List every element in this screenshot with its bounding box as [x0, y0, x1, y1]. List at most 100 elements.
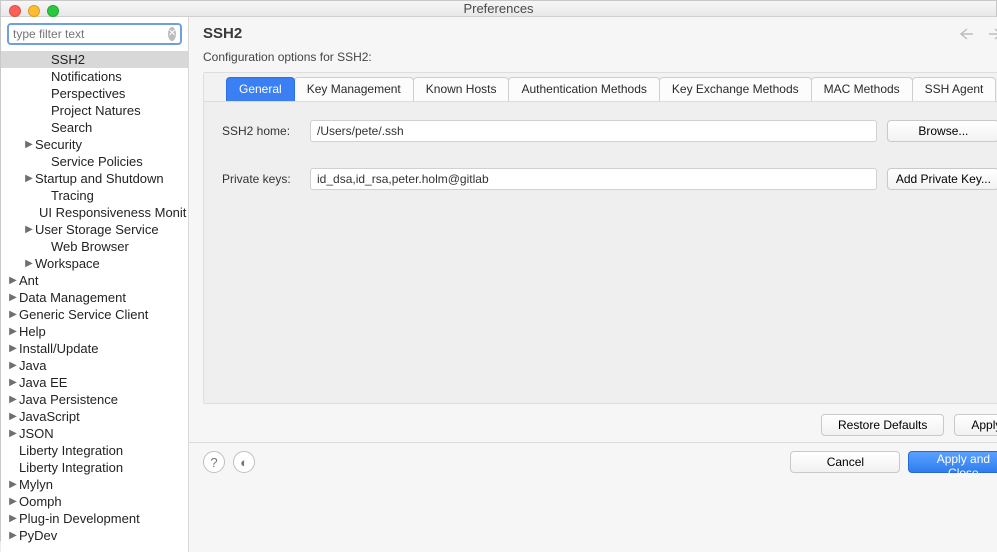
tree-item-liberty-integration[interactable]: Liberty Integration — [1, 442, 188, 459]
cancel-button[interactable]: Cancel — [790, 451, 900, 473]
tree-item-label: Java — [19, 358, 46, 373]
panel-buttons: Restore Defaults Apply — [189, 404, 997, 436]
main-header: SSH2 — [189, 17, 997, 48]
tree-item-workspace[interactable]: ▶Workspace — [1, 255, 188, 272]
zoom-window-icon[interactable] — [47, 5, 59, 17]
tree-item-json[interactable]: ▶JSON — [1, 425, 188, 442]
chevron-right-icon[interactable]: ▶ — [7, 358, 19, 373]
tree-item-plug-in-development[interactable]: ▶Plug-in Development — [1, 510, 188, 527]
add-private-key-button[interactable]: Add Private Key... — [887, 168, 997, 190]
chevron-right-icon[interactable]: ▶ — [23, 137, 35, 152]
minimize-window-icon[interactable] — [28, 5, 40, 17]
restore-defaults-button[interactable]: Restore Defaults — [821, 414, 944, 436]
chevron-right-icon[interactable]: ▶ — [23, 171, 35, 186]
page-title: SSH2 — [203, 25, 960, 42]
tree-item-startup-and-shutdown[interactable]: ▶Startup and Shutdown — [1, 170, 188, 187]
chevron-right-icon[interactable]: ▶ — [7, 392, 19, 407]
chevron-right-icon[interactable]: ▶ — [23, 222, 35, 237]
chevron-right-icon[interactable]: ▶ — [7, 375, 19, 390]
import-export-icon[interactable]: ◐ — [233, 451, 255, 473]
tree-item-ssh2[interactable]: SSH2 — [1, 51, 188, 68]
ssh2-home-input[interactable] — [310, 120, 877, 142]
tab-key-management[interactable]: Key Management — [294, 77, 414, 101]
close-window-icon[interactable] — [9, 5, 21, 17]
tree-item-user-storage-service[interactable]: ▶User Storage Service — [1, 221, 188, 238]
tree-item-mylyn[interactable]: ▶Mylyn — [1, 476, 188, 493]
tree-item-label: Data Management — [19, 290, 126, 305]
tab-ssh-agent[interactable]: SSH Agent — [912, 77, 997, 101]
chevron-right-icon[interactable]: ▶ — [7, 273, 19, 288]
tree-item-label: Web Browser — [51, 239, 129, 254]
tree-item-install-update[interactable]: ▶Install/Update — [1, 340, 188, 357]
titlebar: Preferences — [1, 1, 996, 17]
nav-icons — [960, 28, 997, 40]
chevron-right-icon[interactable]: ▶ — [7, 324, 19, 339]
config-panel: GeneralKey ManagementKnown HostsAuthenti… — [203, 72, 997, 404]
tab-authentication-methods[interactable]: Authentication Methods — [508, 77, 659, 101]
tree-item-security[interactable]: ▶Security — [1, 136, 188, 153]
tree-item-label: Workspace — [35, 256, 100, 271]
forward-icon[interactable] — [984, 28, 997, 40]
tree-item-tracing[interactable]: Tracing — [1, 187, 188, 204]
tree-item-oomph[interactable]: ▶Oomph — [1, 493, 188, 510]
general-form: SSH2 home: Browse... Private keys: Add P… — [204, 102, 997, 190]
ssh2-home-row: SSH2 home: Browse... — [222, 120, 997, 142]
tree-item-notifications[interactable]: Notifications — [1, 68, 188, 85]
chevron-right-icon[interactable]: ▶ — [7, 477, 19, 492]
window-title: Preferences — [463, 1, 533, 16]
filter-container: ✕ — [1, 17, 188, 49]
chevron-right-icon[interactable]: ▶ — [7, 341, 19, 356]
help-icon[interactable]: ? — [203, 451, 225, 473]
chevron-right-icon[interactable]: ▶ — [7, 511, 19, 526]
tab-general[interactable]: General — [226, 77, 295, 101]
tree-item-label: Project Natures — [51, 103, 141, 118]
tree-item-label: Perspectives — [51, 86, 125, 101]
tree-item-java[interactable]: ▶Java — [1, 357, 188, 374]
tree-item-label: Search — [51, 120, 92, 135]
sidebar: ✕ SSH2NotificationsPerspectives Project N… — [1, 17, 189, 552]
private-keys-row: Private keys: Add Private Key... — [222, 168, 997, 190]
tree-item-label: SSH2 — [51, 52, 85, 67]
filter-input[interactable] — [13, 27, 168, 41]
ssh2-home-label: SSH2 home: — [222, 124, 310, 138]
tree-item-java-persistence[interactable]: ▶Java Persistence — [1, 391, 188, 408]
preferences-tree[interactable]: SSH2NotificationsPerspectives Project Nat… — [1, 49, 188, 552]
tree-item-project-natures[interactable]: Project Natures — [1, 102, 188, 119]
tree-item-label: Java EE — [19, 375, 67, 390]
filter-wrapper[interactable]: ✕ — [7, 23, 182, 45]
tree-item-label: User Storage Service — [35, 222, 159, 237]
chevron-right-icon[interactable]: ▶ — [7, 409, 19, 424]
tree-item-javascript[interactable]: ▶JavaScript — [1, 408, 188, 425]
tree-item-ui-responsiveness-monit[interactable]: UI Responsiveness Monit — [1, 204, 188, 221]
tab-mac-methods[interactable]: MAC Methods — [811, 77, 913, 101]
tree-item-web-browser[interactable]: Web Browser — [1, 238, 188, 255]
tree-item-data-management[interactable]: ▶Data Management — [1, 289, 188, 306]
chevron-right-icon[interactable]: ▶ — [7, 290, 19, 305]
tab-key-exchange-methods[interactable]: Key Exchange Methods — [659, 77, 812, 101]
browse-button[interactable]: Browse... — [887, 120, 997, 142]
tree-item-label: JSON — [19, 426, 54, 441]
tree-item-ant[interactable]: ▶Ant — [1, 272, 188, 289]
back-icon[interactable] — [960, 28, 978, 40]
tree-item-service-policies[interactable]: Service Policies — [1, 153, 188, 170]
private-keys-label: Private keys: — [222, 172, 310, 186]
tree-item-pydev[interactable]: ▶PyDev — [1, 527, 188, 544]
chevron-right-icon[interactable]: ▶ — [7, 494, 19, 509]
tree-item-label: Tracing — [51, 188, 94, 203]
apply-and-close-button[interactable]: Apply and Close — [908, 451, 997, 473]
chevron-right-icon[interactable]: ▶ — [7, 426, 19, 441]
tree-item-java-ee[interactable]: ▶Java EE — [1, 374, 188, 391]
clear-filter-icon[interactable]: ✕ — [168, 27, 176, 41]
tree-item-liberty-integration[interactable]: Liberty Integration — [1, 459, 188, 476]
footer: ? ◐ Cancel Apply and Close — [189, 442, 997, 481]
tree-item-label: JavaScript — [19, 409, 80, 424]
tree-item-perspectives[interactable]: Perspectives — [1, 85, 188, 102]
private-keys-input[interactable] — [310, 168, 877, 190]
chevron-right-icon[interactable]: ▶ — [23, 256, 35, 271]
tree-item-search[interactable]: Search — [1, 119, 188, 136]
tab-known-hosts[interactable]: Known Hosts — [413, 77, 510, 101]
chevron-right-icon[interactable]: ▶ — [7, 307, 19, 322]
tree-item-help[interactable]: ▶Help — [1, 323, 188, 340]
apply-button[interactable]: Apply — [954, 414, 997, 436]
tree-item-generic-service-client[interactable]: ▶Generic Service Client — [1, 306, 188, 323]
